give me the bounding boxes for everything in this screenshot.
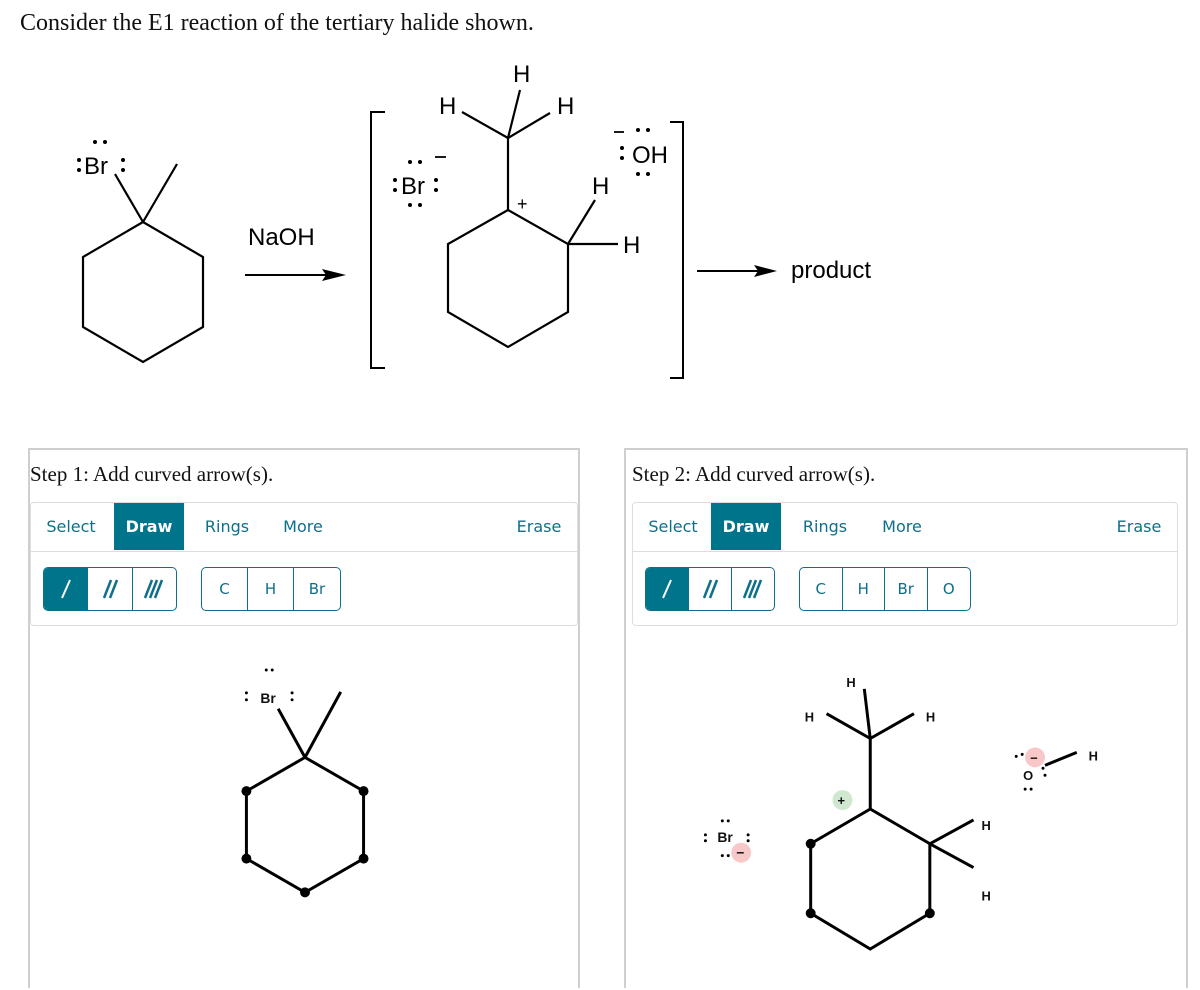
step2-title: Step 2: Add curved arrow(s). <box>632 462 876 486</box>
atom-br-button[interactable]: Br <box>885 568 928 610</box>
step1-panel: Step 1: Add curved arrow(s). Select Draw… <box>28 448 580 988</box>
bond-tool-group <box>645 567 775 611</box>
step2-molecule <box>809 688 975 951</box>
methyl-h-left: H <box>439 93 456 120</box>
step2-oh-bond <box>1044 751 1078 767</box>
atom-h-button[interactable]: H <box>248 568 294 610</box>
step1-br-label[interactable]: Br <box>260 690 276 706</box>
tab-more[interactable]: More <box>870 503 934 550</box>
step2-o-minus: − <box>1030 750 1038 765</box>
step1-tabs: Select Draw Rings More Erase <box>31 503 577 552</box>
single-bond-button[interactable] <box>646 568 690 610</box>
reaction-scheme: Br NaOH H H H H H + Br OH product <box>77 61 871 379</box>
ring-h-upper: H <box>592 173 609 200</box>
double-bond-icon <box>102 579 119 599</box>
atom-h-button[interactable]: H <box>843 568 885 610</box>
step2-tabs: Select Draw Rings More Erase <box>633 503 1177 552</box>
double-bond-button[interactable] <box>88 568 133 610</box>
step2-drawing-canvas[interactable]: Br − H H H H H + O H − <box>626 630 1186 990</box>
step2-ring-h-upper[interactable]: H <box>981 818 990 833</box>
step2-methyl-h-top[interactable]: H <box>846 675 855 690</box>
step1-drawing-canvas[interactable]: Br <box>30 630 578 990</box>
atom-o-button[interactable]: O <box>928 568 970 610</box>
carbocation-plus: + <box>517 194 528 214</box>
step2-ring-h-lower[interactable]: H <box>981 888 990 903</box>
single-bond-icon <box>662 579 673 599</box>
bond-tool-group <box>43 567 177 611</box>
reagent-label: NaOH <box>248 224 315 251</box>
atom-tool-group: C H Br O <box>799 567 971 611</box>
triple-bond-icon <box>742 579 762 599</box>
tab-more[interactable]: More <box>271 503 335 550</box>
step1-atom-nodes <box>241 786 369 898</box>
tab-draw[interactable]: Draw <box>114 503 184 550</box>
triple-bond-button[interactable] <box>133 568 176 610</box>
hydroxide-label: OH <box>632 142 668 169</box>
atom-tool-group: C H Br <box>201 567 341 611</box>
tab-rings[interactable]: Rings <box>195 503 259 550</box>
step2-carbocation-plus: + <box>837 793 845 808</box>
step1-title: Step 1: Add curved arrow(s). <box>30 462 274 486</box>
bromide-label: Br <box>401 173 425 200</box>
reaction-arrow-1 <box>245 269 346 281</box>
step2-br-minus: − <box>736 845 744 861</box>
single-bond-button[interactable] <box>44 568 89 610</box>
erase-button[interactable]: Erase <box>509 503 569 550</box>
triple-bond-button[interactable] <box>732 568 774 610</box>
step2-toolbar: Select Draw Rings More Erase C H Br O <box>632 502 1178 626</box>
single-bond-icon <box>60 579 71 599</box>
reaction-arrow-2 <box>697 265 777 277</box>
step1-molecule <box>244 691 366 895</box>
atom-c-button[interactable]: C <box>800 568 843 610</box>
step1-toolbar: Select Draw Rings More Erase C H Br <box>30 502 578 626</box>
step2-panel: Step 2: Add curved arrow(s). Select Draw… <box>624 448 1188 988</box>
left-bracket <box>370 111 385 369</box>
tab-draw[interactable]: Draw <box>711 503 781 550</box>
step2-methyl-h-left[interactable]: H <box>805 710 814 725</box>
reactant-br-label: Br <box>84 153 108 180</box>
triple-bond-icon <box>144 579 164 599</box>
atom-br-button[interactable]: Br <box>294 568 340 610</box>
tab-select[interactable]: Select <box>637 503 709 550</box>
step2-atom-nodes <box>805 838 935 919</box>
step2-o-label[interactable]: O <box>1023 768 1033 783</box>
atom-c-button[interactable]: C <box>202 568 248 610</box>
product-label: product <box>791 257 871 284</box>
right-bracket <box>670 121 684 379</box>
double-bond-icon <box>702 579 719 599</box>
double-bond-button[interactable] <box>689 568 732 610</box>
step2-br-label[interactable]: Br <box>717 829 733 845</box>
ring-h-right: H <box>623 232 640 259</box>
erase-button[interactable]: Erase <box>1109 503 1169 550</box>
reactant-molecule <box>81 163 205 364</box>
methyl-h-top: H <box>513 61 530 88</box>
tab-rings[interactable]: Rings <box>793 503 857 550</box>
step2-hydroxide-h[interactable]: H <box>1089 748 1098 763</box>
carbocation-molecule <box>446 89 618 349</box>
step2-methyl-h-right[interactable]: H <box>926 710 935 725</box>
tab-select[interactable]: Select <box>35 503 107 550</box>
methyl-h-right: H <box>557 93 574 120</box>
